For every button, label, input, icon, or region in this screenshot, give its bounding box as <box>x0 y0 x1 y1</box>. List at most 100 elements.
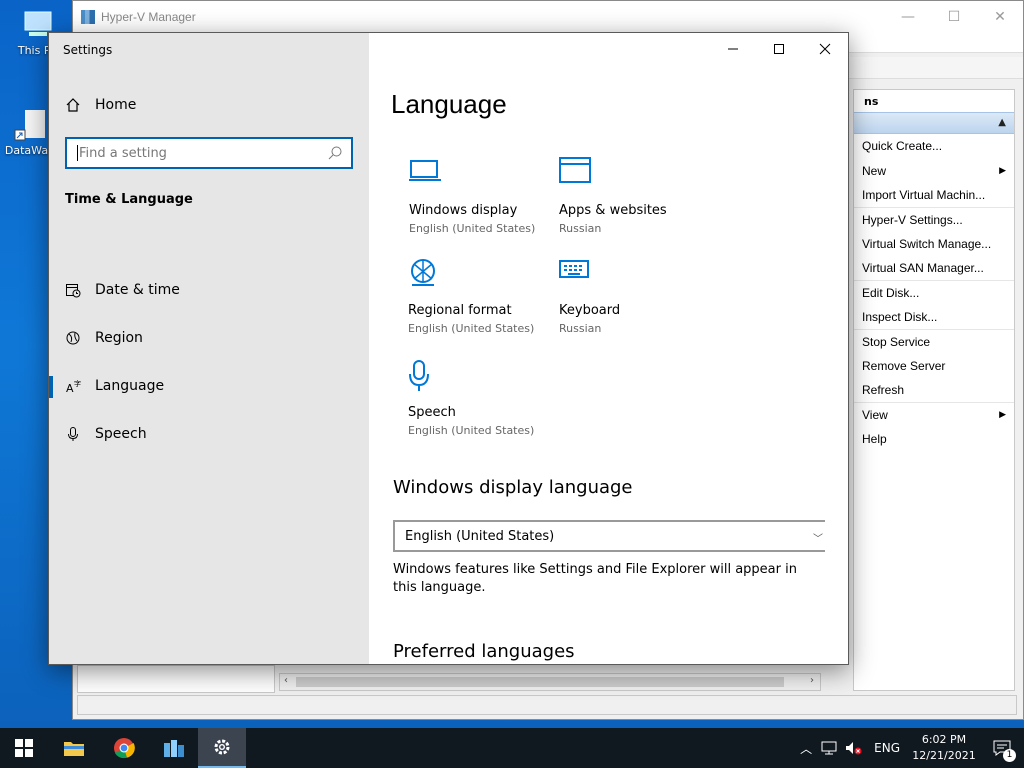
search-box[interactable] <box>65 137 353 169</box>
nav-item-label: Date & time <box>95 282 180 298</box>
action-item-label: Help <box>862 431 887 446</box>
page-title: Language <box>391 89 507 119</box>
action-item[interactable]: New ▶ <box>854 158 1014 182</box>
nav-item-date-time[interactable]: Date & time <box>49 270 369 310</box>
action-item-label: Hyper-V Settings... <box>862 212 963 227</box>
tile-name: Keyboard <box>559 303 621 318</box>
hyperv-app-icon <box>164 740 184 757</box>
minimize-icon[interactable] <box>710 33 756 65</box>
action-item-label: Import Virtual Machin... <box>862 187 986 202</box>
action-center-button[interactable]: 1 <box>980 728 1024 768</box>
action-item[interactable]: Stop Service <box>854 329 1014 353</box>
scroll-left-icon[interactable]: ‹ <box>284 675 288 686</box>
submenu-arrow-icon: ▶ <box>999 165 1006 176</box>
gear-icon <box>214 739 230 755</box>
hyperv-titlebar[interactable]: Hyper-V Manager — ☐ ✕ <box>73 1 1023 33</box>
scrollbar-thumb[interactable] <box>296 677 784 687</box>
system-tray: ︿ ENG 6:02 PM 12/21/2021 1 <box>794 728 1024 768</box>
home-label: Home <box>95 97 137 113</box>
tile-keyboard[interactable]: Keyboard Russian <box>559 257 699 335</box>
close-icon[interactable] <box>802 33 848 65</box>
hyperv-window-title: Hyper-V Manager <box>101 10 196 24</box>
horizontal-scrollbar[interactable]: ‹ › <box>279 673 821 691</box>
preferred-languages-heading: Preferred languages <box>393 641 575 662</box>
action-item[interactable]: Quick Create... <box>854 134 1014 158</box>
action-item[interactable]: Virtual Switch Manage... <box>854 232 1014 256</box>
nav-item-speech[interactable]: Speech <box>49 414 369 454</box>
action-item-label: View <box>862 407 888 422</box>
nav-item-region[interactable]: Region <box>49 318 369 358</box>
display-language-dropdown[interactable]: English (United States) ﹀ <box>393 520 825 552</box>
taskbar-hyperv[interactable] <box>150 728 198 768</box>
home-nav-item[interactable]: Home <box>65 97 136 113</box>
tile-name: Apps & websites <box>559 203 667 218</box>
search-input[interactable] <box>79 145 319 161</box>
action-item[interactable]: Inspect Disk... <box>854 305 1014 329</box>
microphone-icon <box>68 427 78 441</box>
tile-windows-display[interactable]: Windows display English (United States) <box>409 157 549 235</box>
settings-content: Language Windows display English (United… <box>369 33 848 664</box>
maximize-icon[interactable] <box>756 33 802 65</box>
taskbar-file-explorer[interactable] <box>50 728 98 768</box>
clock[interactable]: 6:02 PM 12/21/2021 <box>908 732 980 764</box>
actions-selected-node[interactable]: ▲ <box>854 112 1014 134</box>
calendar-clock-icon <box>66 284 81 298</box>
action-item-label: New <box>862 163 887 178</box>
regional-format-icon <box>411 259 435 286</box>
clock-time: 6:02 PM <box>921 733 967 746</box>
volume-muted-icon[interactable] <box>842 740 866 756</box>
show-hidden-icons-icon[interactable]: ︿ <box>794 740 818 757</box>
action-item[interactable]: Import Virtual Machin... <box>854 183 1014 207</box>
monitor-icon <box>409 160 441 181</box>
action-item-label: Stop Service <box>862 334 931 349</box>
action-item[interactable]: Remove Server <box>854 354 1014 378</box>
browser-window-icon <box>559 157 591 183</box>
home-icon <box>66 98 80 112</box>
action-item-label: Virtual SAN Manager... <box>862 261 984 276</box>
input-language-indicator[interactable]: ENG <box>866 741 908 755</box>
tile-apps-websites[interactable]: Apps & websites Russian <box>559 157 699 235</box>
action-item[interactable]: Help <box>854 427 1014 451</box>
action-item[interactable]: Edit Disk... <box>854 280 1014 304</box>
actions-pane: ns ▲ Quick Create... New ▶ Import Virtual M… <box>853 89 1015 691</box>
maximize-icon[interactable]: ☐ <box>931 1 977 33</box>
chevron-down-icon: ﹀ <box>813 534 823 545</box>
folder-icon <box>64 742 84 756</box>
taskbar-settings[interactable] <box>198 728 246 768</box>
dropdown-value: English (United States) <box>405 528 555 544</box>
action-item-label: Remove Server <box>862 358 946 373</box>
chrome-icon <box>114 738 135 759</box>
settings-window-title: Settings <box>63 43 113 57</box>
minimize-icon[interactable]: — <box>885 1 931 33</box>
search-icon[interactable] <box>327 145 343 161</box>
taskbar-chrome[interactable] <box>100 728 148 768</box>
nav-item-language[interactable]: A字 Language <box>49 366 369 406</box>
action-item[interactable]: Hyper-V Settings... <box>854 207 1014 231</box>
action-item[interactable]: Virtual SAN Manager... <box>854 256 1014 280</box>
tile-regional-format[interactable]: Regional format English (United States) <box>408 257 548 335</box>
section-heading: Time & Language <box>65 192 193 207</box>
nav-item-label: Language <box>95 378 165 394</box>
action-item[interactable]: View ▶ <box>854 402 1014 426</box>
tile-speech[interactable]: Speech English (United States) <box>408 359 548 437</box>
action-item[interactable]: Refresh <box>854 378 1014 402</box>
shortcut-icon <box>13 108 47 142</box>
action-item-label: Virtual Switch Manage... <box>862 236 992 251</box>
scroll-right-icon[interactable]: › <box>810 675 814 686</box>
action-item-label: Refresh <box>862 383 905 398</box>
tile-name: Speech <box>408 405 456 420</box>
start-button[interactable] <box>0 728 48 768</box>
close-icon[interactable]: ✕ <box>977 1 1023 33</box>
actions-header: ns <box>854 90 1014 112</box>
settings-sidebar: Settings Home Time & Language Date & tim… <box>49 33 369 664</box>
windows-logo-icon <box>15 739 33 757</box>
text-caret <box>77 145 78 161</box>
notification-count-badge: 1 <box>1003 749 1016 762</box>
network-icon[interactable] <box>818 740 842 756</box>
display-language-description: Windows features like Settings and File … <box>393 562 797 595</box>
nav-item-label: Speech <box>95 426 147 442</box>
action-item-label: Quick Create... <box>862 139 943 154</box>
taskbar: ︿ ENG 6:02 PM 12/21/2021 1 <box>0 728 1024 768</box>
tile-value: Russian <box>559 322 602 335</box>
collapse-arrow-icon[interactable]: ▲ <box>998 117 1006 128</box>
